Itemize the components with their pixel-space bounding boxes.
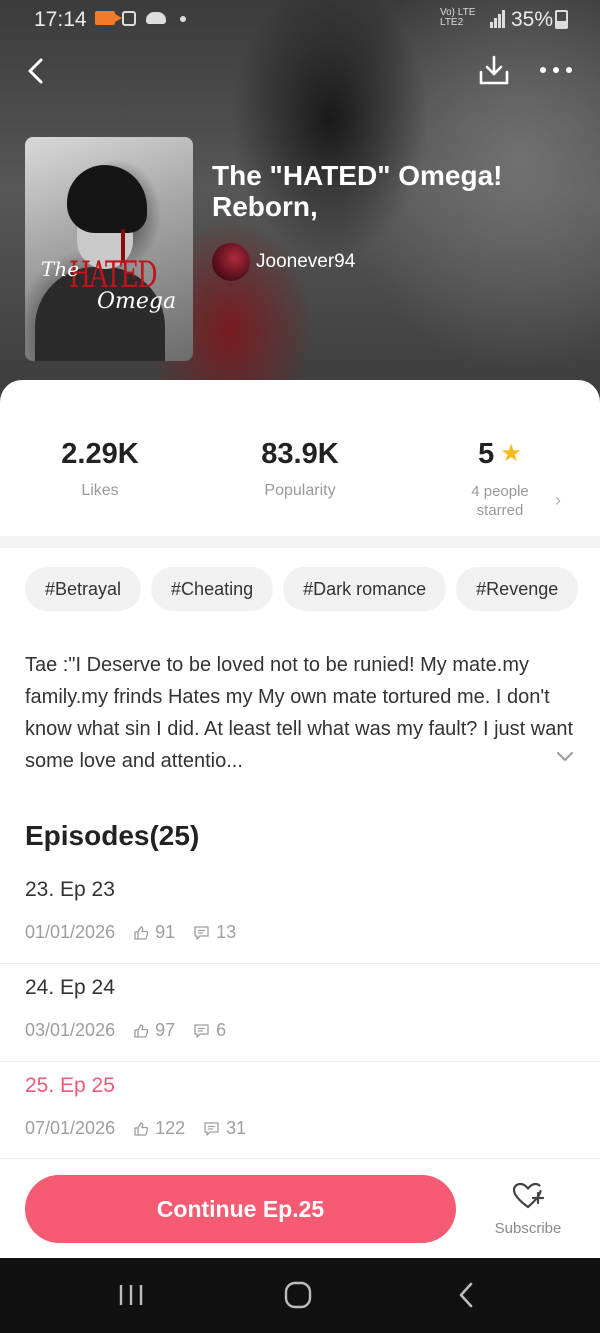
synopsis-text: Tae :"I Deserve to be loved not to be ru… (25, 654, 574, 772)
signal-icon (490, 10, 506, 28)
episode-likes: 97 (155, 1020, 176, 1040)
episode-title: 25. Ep 25 (25, 1074, 115, 1097)
bottom-action-bar: Continue Ep.25 Subscribe (0, 1158, 600, 1258)
rating-value: 5 (478, 438, 495, 470)
popularity-stat: 83.9K Popularity (200, 430, 400, 500)
more-dots-icon (540, 67, 546, 73)
episode-row-current[interactable]: 25. Ep 25 07/01/2026 122 31 (0, 1062, 600, 1160)
book-title: The "HATED" Omega! Reborn, (212, 160, 503, 222)
popularity-label: Popularity (264, 482, 336, 499)
recent-apps-icon[interactable] (117, 1280, 145, 1310)
home-icon[interactable] (283, 1280, 313, 1310)
tag-chip[interactable]: #Betrayal (25, 567, 142, 611)
screen-record-icon (95, 11, 122, 25)
episode-title: 24. Ep 24 (25, 976, 115, 999)
tag-chip[interactable]: #Cheating (151, 567, 274, 611)
episode-date: 03/01/2026 (25, 1020, 116, 1040)
battery-icon (555, 10, 568, 29)
episodes-heading: Episodes(25) (25, 820, 200, 851)
section-divider (0, 536, 600, 548)
episode-date: 01/01/2026 (25, 922, 116, 942)
more-options-button[interactable] (538, 60, 574, 80)
cloud-icon (146, 12, 166, 24)
rating-count-line-2: starred (476, 502, 524, 519)
back-button[interactable] (22, 56, 52, 86)
rating-count-line-1: 4 people (471, 483, 529, 500)
episode-comments: 13 (216, 922, 237, 942)
book-stats: 2.29K Likes 83.9K Popularity 5 ★ 4 people… (0, 430, 600, 540)
comment-icon (194, 1023, 209, 1038)
episode-row[interactable]: 24. Ep 24 03/01/2026 97 6 (0, 964, 600, 1062)
author-name: Joonever94 (256, 251, 356, 272)
episode-date: 07/01/2026 (25, 1118, 116, 1138)
vibrate-icon (122, 11, 136, 26)
episode-comments: 6 (216, 1020, 227, 1040)
likes-label: Likes (81, 482, 119, 499)
chevron-right-icon: › (555, 490, 561, 510)
likes-stat: 2.29K Likes (0, 430, 200, 500)
continue-reading-button[interactable]: Continue Ep.25 (25, 1175, 456, 1243)
tag-list: #Betrayal #Cheating #Dark romance #Revenge (25, 567, 600, 611)
thumbs-up-icon (134, 1121, 149, 1136)
likes-value: 2.29K (61, 438, 139, 470)
subscribe-label: Subscribe (494, 1220, 562, 1237)
episode-likes: 122 (155, 1118, 186, 1138)
subscribe-button[interactable]: Subscribe (488, 1181, 568, 1237)
episode-likes: 91 (155, 922, 176, 942)
status-time: 17:14 (34, 8, 87, 31)
cover-title-omega: Omega (97, 289, 177, 314)
episode-meta: 03/01/2026 97 6 (25, 1020, 226, 1041)
episode-meta: 07/01/2026 122 31 (25, 1118, 246, 1139)
system-navigation-bar (0, 1258, 600, 1333)
author-avatar (212, 243, 250, 281)
thumbs-up-icon (134, 1023, 149, 1038)
episode-meta: 01/01/2026 91 13 (25, 922, 236, 943)
tag-chip[interactable]: #Revenge (456, 567, 579, 611)
battery-percent: 35% (511, 8, 554, 31)
episode-title: 23. Ep 23 (25, 878, 115, 901)
comment-icon (204, 1121, 219, 1136)
back-nav-icon[interactable] (455, 1280, 477, 1310)
rating-stat[interactable]: 5 ★ 4 people starred (400, 430, 600, 520)
network-label: Vo) LTE LTE2 (440, 7, 476, 28)
heart-plus-icon (512, 1182, 545, 1209)
thumbs-up-icon (134, 925, 149, 940)
download-icon (479, 55, 509, 85)
download-button[interactable] (478, 54, 510, 88)
status-bar: 17:14 Vo) LTE LTE2 35% (0, 0, 600, 40)
book-cover[interactable]: HATED The Omega (25, 137, 193, 361)
chevron-left-icon (28, 58, 43, 84)
star-icon: ★ (500, 440, 522, 467)
episode-comments: 31 (226, 1118, 247, 1138)
notification-dot-icon (180, 16, 186, 22)
tag-chip[interactable]: #Dark romance (283, 567, 447, 611)
popularity-value: 83.9K (261, 438, 339, 470)
cover-title-the: The (41, 257, 80, 281)
chevron-down-icon[interactable] (555, 749, 575, 763)
episode-row[interactable]: 23. Ep 23 01/01/2026 91 13 (0, 866, 600, 964)
synopsis[interactable]: Tae :"I Deserve to be loved not to be ru… (25, 649, 580, 777)
book-header: 17:14 Vo) LTE LTE2 35% HATED The Omega T… (0, 0, 600, 420)
comment-icon (194, 925, 209, 940)
author-link[interactable]: Joonever94 (212, 242, 355, 282)
